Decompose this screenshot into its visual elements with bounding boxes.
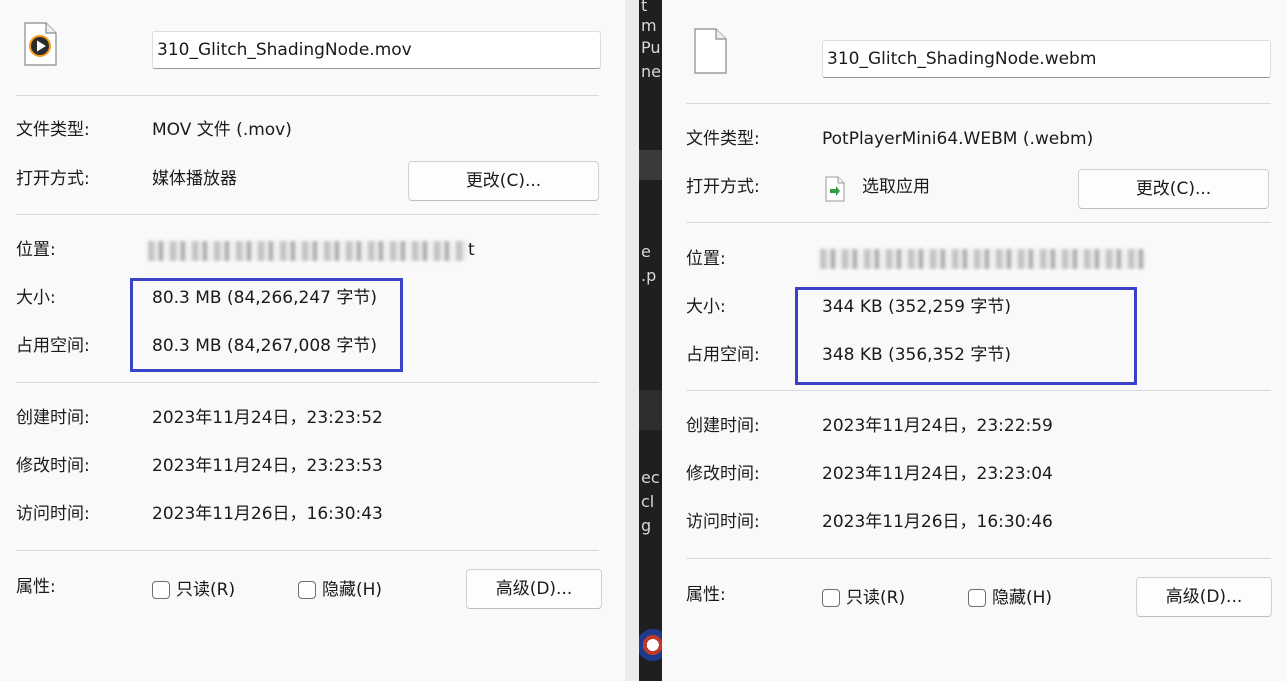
modified-value: 2023年11月24日，23:23:53 bbox=[152, 456, 383, 476]
readonly-checkbox[interactable] bbox=[822, 589, 840, 607]
change-button[interactable]: 更改(C)... bbox=[408, 161, 599, 201]
background-text-fragment: t bbox=[641, 0, 648, 15]
created-label: 创建时间: bbox=[16, 408, 90, 428]
background-text-fragment: ec bbox=[641, 468, 660, 487]
modified-value: 2023年11月24日，23:23:04 bbox=[822, 464, 1053, 484]
location-label: 位置: bbox=[16, 240, 56, 260]
divider bbox=[686, 390, 1271, 391]
divider bbox=[686, 222, 1271, 223]
background-text-fragment: e bbox=[641, 242, 651, 261]
divider bbox=[686, 558, 1271, 559]
background-text-fragment: cl bbox=[641, 492, 655, 511]
left-properties-panel: 310_Glitch_ShadingNode.mov 文件类型: MOV 文件 … bbox=[0, 0, 625, 681]
background-text-fragment: m bbox=[641, 16, 657, 35]
size-label: 大小: bbox=[16, 288, 56, 308]
hidden-label[interactable]: 隐藏(H) bbox=[992, 586, 1052, 610]
readonly-label[interactable]: 只读(R) bbox=[176, 578, 235, 602]
background-text-fragment: g bbox=[641, 516, 652, 535]
background-image-fragment bbox=[639, 620, 662, 670]
divider bbox=[686, 103, 1271, 104]
open-with-label: 打开方式: bbox=[16, 169, 90, 189]
background-image-fragment bbox=[639, 150, 662, 180]
accessed-value: 2023年11月26日，16:30:43 bbox=[152, 504, 383, 524]
readonly-label[interactable]: 只读(R) bbox=[846, 586, 905, 610]
blank-file-icon bbox=[694, 28, 727, 74]
accessed-label: 访问时间: bbox=[16, 504, 90, 524]
attributes-label: 属性: bbox=[686, 585, 726, 605]
location-value-redacted bbox=[820, 249, 1146, 269]
created-label: 创建时间: bbox=[686, 416, 760, 436]
hidden-label[interactable]: 隐藏(H) bbox=[322, 578, 382, 602]
size-label: 大小: bbox=[686, 297, 726, 317]
right-properties-panel: 310_Glitch_ShadingNode.webm 文件类型: PotPla… bbox=[662, 0, 1287, 681]
created-value: 2023年11月24日，23:22:59 bbox=[822, 416, 1053, 436]
modified-label: 修改时间: bbox=[16, 456, 90, 476]
file-type-value: PotPlayerMini64.WEBM (.webm) bbox=[822, 129, 1094, 149]
location-label: 位置: bbox=[686, 249, 726, 269]
background-text-fragment: .p bbox=[641, 266, 657, 285]
divider bbox=[16, 214, 599, 215]
readonly-checkbox[interactable] bbox=[152, 581, 170, 599]
advanced-button[interactable]: 高级(D)... bbox=[1136, 577, 1272, 617]
divider bbox=[16, 382, 599, 383]
divider bbox=[16, 95, 599, 96]
background-image-fragment bbox=[639, 390, 662, 430]
attributes-label: 属性: bbox=[16, 577, 56, 597]
background-text-fragment: ne bbox=[641, 62, 661, 81]
change-button[interactable]: 更改(C)... bbox=[1078, 169, 1269, 209]
modified-label: 修改时间: bbox=[686, 464, 760, 484]
advanced-button[interactable]: 高级(D)... bbox=[466, 569, 602, 609]
divider bbox=[16, 550, 599, 551]
size-on-disk-label: 占用空间: bbox=[686, 345, 760, 365]
hidden-checkbox[interactable] bbox=[968, 589, 986, 607]
hidden-checkbox[interactable] bbox=[298, 581, 316, 599]
location-value-redacted bbox=[148, 241, 466, 261]
created-value: 2023年11月24日，23:23:52 bbox=[152, 408, 383, 428]
open-with-label: 打开方式: bbox=[686, 177, 760, 197]
window-gap bbox=[625, 0, 639, 681]
open-with-value: 媒体播放器 bbox=[152, 169, 237, 189]
background-text-fragment: Pu bbox=[641, 38, 661, 57]
accessed-label: 访问时间: bbox=[686, 512, 760, 532]
size-highlight-box bbox=[130, 278, 403, 372]
open-with-value: 选取应用 bbox=[862, 177, 930, 197]
size-highlight-box bbox=[795, 287, 1137, 385]
file-type-value: MOV 文件 (.mov) bbox=[152, 120, 292, 140]
video-file-icon bbox=[24, 22, 57, 66]
filename-input[interactable]: 310_Glitch_ShadingNode.webm bbox=[822, 40, 1271, 78]
choose-app-icon bbox=[825, 176, 845, 202]
filename-input[interactable]: 310_Glitch_ShadingNode.mov bbox=[152, 31, 601, 69]
accessed-value: 2023年11月26日，16:30:46 bbox=[822, 512, 1053, 532]
background-window-strip: t m Pu ne e .p ec cl g bbox=[639, 0, 662, 681]
size-on-disk-label: 占用空间: bbox=[16, 336, 90, 356]
location-value-tail: t bbox=[468, 240, 475, 260]
file-type-label: 文件类型: bbox=[686, 129, 760, 149]
file-type-label: 文件类型: bbox=[16, 120, 90, 140]
